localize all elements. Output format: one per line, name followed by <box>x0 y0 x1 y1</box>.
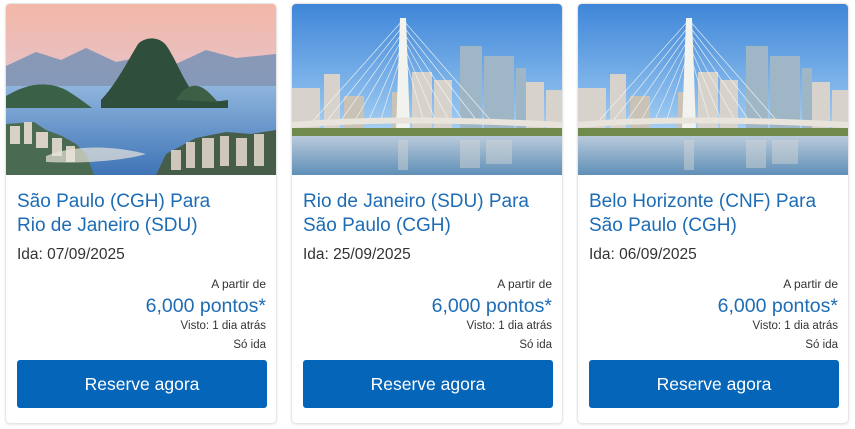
offer-card[interactable]: Rio de Janeiro (SDU) Para São Paulo (CGH… <box>292 4 562 423</box>
route-origin: Belo Horizonte (CNF) Para <box>589 191 817 212</box>
departure-date: Ida: 07/09/2025 <box>17 246 125 263</box>
departure-date: Ida: 06/09/2025 <box>589 246 697 263</box>
route-origin: Rio de Janeiro (SDU) Para <box>303 191 529 212</box>
route-destination: São Paulo (CGH) <box>589 215 737 236</box>
seen-time: Visto: 1 dia atrás <box>180 320 266 332</box>
route-title[interactable]: Belo Horizonte (CNF) Para São Paulo (CGH… <box>589 190 839 238</box>
from-label: A partir de <box>211 277 266 291</box>
offer-card[interactable]: Belo Horizonte (CNF) Para São Paulo (CGH… <box>578 4 848 423</box>
departure-date: Ida: 25/09/2025 <box>303 246 411 263</box>
offer-cards: São Paulo (CGH) Para Rio de Janeiro (SDU… <box>0 0 855 429</box>
route-title[interactable]: Rio de Janeiro (SDU) Para São Paulo (CGH… <box>303 190 553 238</box>
book-now-button[interactable]: Reserve agora <box>589 360 839 408</box>
seen-time: Visto: 1 dia atrás <box>752 320 838 332</box>
book-now-button[interactable]: Reserve agora <box>17 360 267 408</box>
rio-de-janeiro-photo <box>6 4 276 175</box>
sao-paulo-bridge-photo <box>292 4 562 175</box>
offer-card[interactable]: São Paulo (CGH) Para Rio de Janeiro (SDU… <box>6 4 276 423</box>
price-points: 6,000 pontos* <box>145 295 266 317</box>
trip-type: Só ida <box>805 339 838 351</box>
route-destination: Rio de Janeiro (SDU) <box>17 215 198 236</box>
route-destination: São Paulo (CGH) <box>303 215 451 236</box>
price-points: 6,000 pontos* <box>431 295 552 317</box>
from-label: A partir de <box>783 277 838 291</box>
book-now-button[interactable]: Reserve agora <box>303 360 553 408</box>
price-points: 6,000 pontos* <box>717 295 838 317</box>
route-title[interactable]: São Paulo (CGH) Para Rio de Janeiro (SDU… <box>17 190 267 238</box>
trip-type: Só ida <box>233 339 266 351</box>
sao-paulo-bridge-photo <box>578 4 848 175</box>
trip-type: Só ida <box>519 339 552 351</box>
route-origin: São Paulo (CGH) Para <box>17 191 211 212</box>
from-label: A partir de <box>497 277 552 291</box>
seen-time: Visto: 1 dia atrás <box>466 320 552 332</box>
